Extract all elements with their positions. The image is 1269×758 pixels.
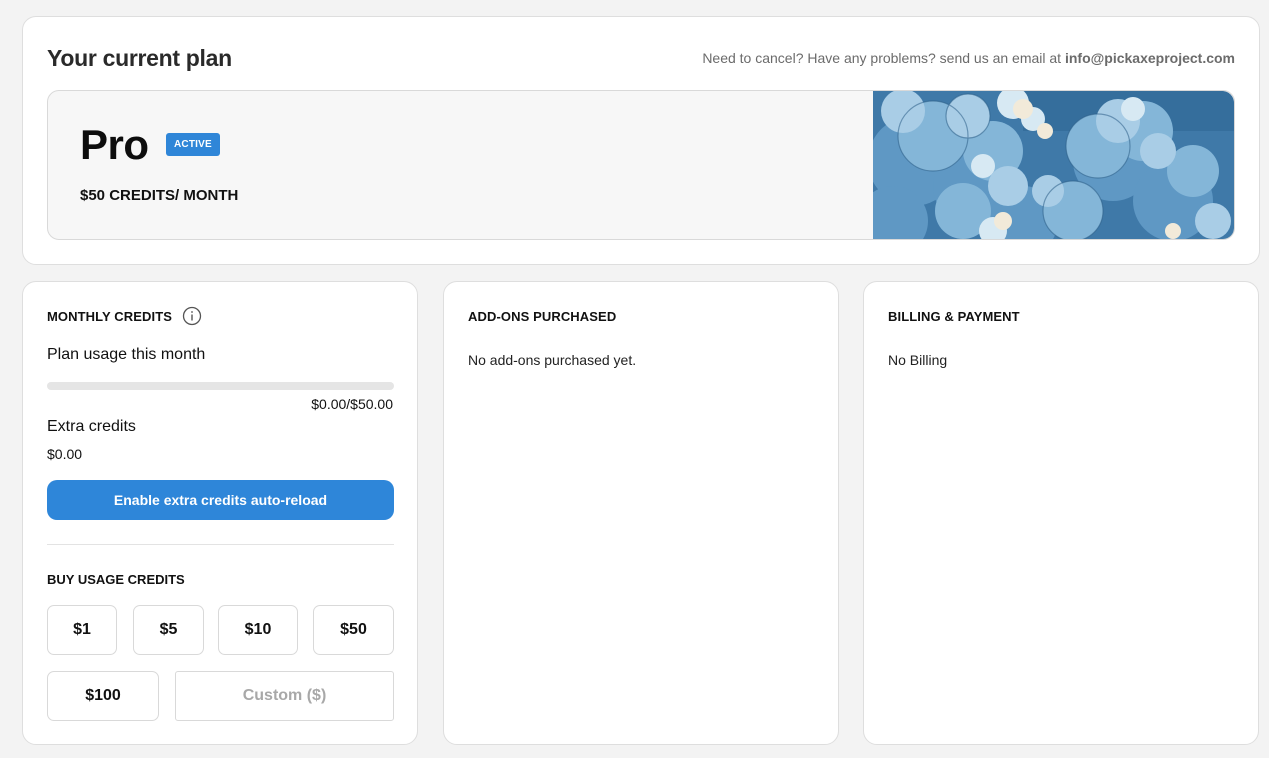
monthly-credits-card: MONTHLY CREDITS Plan usage this month $0… <box>22 281 418 745</box>
addons-empty-text: No add-ons purchased yet. <box>468 352 637 368</box>
extra-credits-value: $0.00 <box>47 446 83 462</box>
buy-100-dollar-button[interactable]: $100 <box>47 671 159 721</box>
plan-price: $50 CREDITS/ MONTH <box>80 187 239 204</box>
buy-1-dollar-button[interactable]: $1 <box>47 605 117 655</box>
plan-usage-progress-bar <box>47 382 394 390</box>
monthly-credits-title: MONTHLY CREDITS <box>47 309 173 324</box>
divider <box>47 544 394 545</box>
plan-usage-label: Plan usage this month <box>47 346 206 363</box>
buy-10-dollar-button[interactable]: $10 <box>218 605 298 655</box>
plan-usage-amount: $0.00/$50.00 <box>311 396 393 412</box>
addons-title: ADD-ONS PURCHASED <box>468 309 617 324</box>
buy-usage-credits-title: BUY USAGE CREDITS <box>47 572 185 587</box>
billing-title: BILLING & PAYMENT <box>888 309 1020 324</box>
plan-name: Pro <box>80 121 149 168</box>
current-plan-card: Your current plan Need to cancel? Have a… <box>22 16 1260 265</box>
enable-auto-reload-button[interactable]: Enable extra credits auto-reload <box>47 480 394 520</box>
support-email-link[interactable]: info@pickaxeproject.com <box>1065 50 1235 66</box>
plan-cloud-illustration <box>873 91 1234 239</box>
buy-50-dollar-button[interactable]: $50 <box>313 605 394 655</box>
custom-amount-input[interactable] <box>175 671 394 721</box>
extra-credits-label: Extra credits <box>47 418 136 435</box>
support-contact-text: Need to cancel? Have any problems? send … <box>702 50 1062 66</box>
buy-5-dollar-button[interactable]: $5 <box>133 605 204 655</box>
addons-purchased-card: ADD-ONS PURCHASED No add-ons purchased y… <box>443 281 839 745</box>
status-badge: ACTIVE <box>166 133 220 156</box>
plan-banner: Pro ACTIVE $50 CREDITS/ MONTH <box>47 90 1235 240</box>
support-contact: Need to cancel? Have any problems? send … <box>702 50 1235 66</box>
page-title: Your current plan <box>47 45 232 71</box>
info-icon[interactable] <box>182 306 202 326</box>
billing-payment-card: BILLING & PAYMENT No Billing <box>863 281 1259 745</box>
billing-empty-text: No Billing <box>888 352 948 368</box>
